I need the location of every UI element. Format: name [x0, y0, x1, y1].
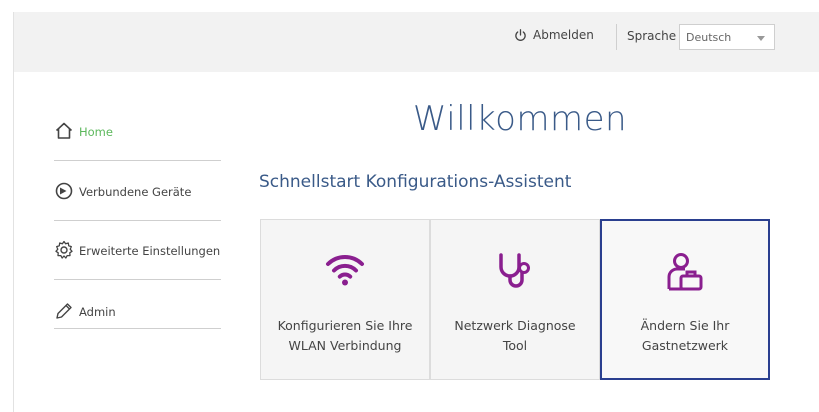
tile-label-line: Tool [502, 338, 528, 353]
sidebar-divider [54, 160, 221, 161]
sidebar-divider [54, 220, 221, 221]
tile-guest-network[interactable]: Ändern Sie Ihr Gastnetzwerk [600, 219, 770, 380]
logout-button[interactable]: Abmelden [514, 28, 594, 42]
page-subtitle: Schnellstart Konfigurations-Assistent [259, 172, 572, 192]
sidebar-item-advanced-settings[interactable]: Erweiterte Einstellungen [54, 240, 221, 280]
chevron-down-icon [757, 36, 765, 41]
stethoscope-icon [499, 253, 530, 288]
language-label: Sprache [627, 29, 677, 43]
wifi-icon [326, 254, 364, 286]
sidebar-item-label: Verbundene Geräte [79, 185, 192, 199]
pencil-icon [56, 303, 72, 319]
sidebar-item-devices[interactable]: Verbundene Geräte [54, 181, 221, 221]
sidebar-item-label: Home [79, 125, 113, 139]
page-frame-top [13, 0, 819, 12]
language-select[interactable]: Deutsch [679, 24, 775, 50]
tile-label: Ändern Sie Ihr Gastnetzwerk [608, 316, 762, 356]
devices-icon [55, 182, 73, 200]
sidebar-item-label: Admin [79, 305, 116, 319]
sidebar-divider [54, 328, 221, 329]
sidebar-item-home[interactable]: Home [54, 121, 221, 161]
tile-label-line: Netzwerk Diagnose [454, 318, 576, 333]
sidebar-divider [54, 279, 221, 280]
tile-network-diagnose[interactable]: Netzwerk Diagnose Tool [430, 219, 600, 380]
language-select-value: Deutsch [686, 30, 732, 44]
page-title: Willkommen [412, 99, 628, 139]
guest-network-icon [667, 253, 703, 291]
tile-label: Netzwerk Diagnose Tool [437, 316, 593, 356]
gear-icon [55, 240, 73, 259]
tile-label-line: Ändern Sie Ihr [640, 318, 730, 333]
tile-label-line: WLAN Verbindung [288, 338, 402, 353]
logout-label: Abmelden [533, 28, 594, 42]
content-border [13, 72, 14, 412]
power-icon [515, 28, 526, 41]
page-frame-left [0, 0, 13, 412]
home-icon [55, 122, 73, 139]
tile-label-line: Konfigurieren Sie Ihre [277, 318, 413, 333]
tile-label: Konfigurieren Sie Ihre WLAN Verbindung [267, 316, 423, 356]
tile-label-line: Gastnetzwerk [641, 338, 729, 353]
header-divider [616, 24, 617, 50]
sidebar-item-admin[interactable]: Admin [54, 301, 221, 341]
tile-wifi-config[interactable]: Konfigurieren Sie Ihre WLAN Verbindung [260, 219, 430, 380]
sidebar-item-label: Erweiterte Einstellungen [79, 244, 221, 258]
